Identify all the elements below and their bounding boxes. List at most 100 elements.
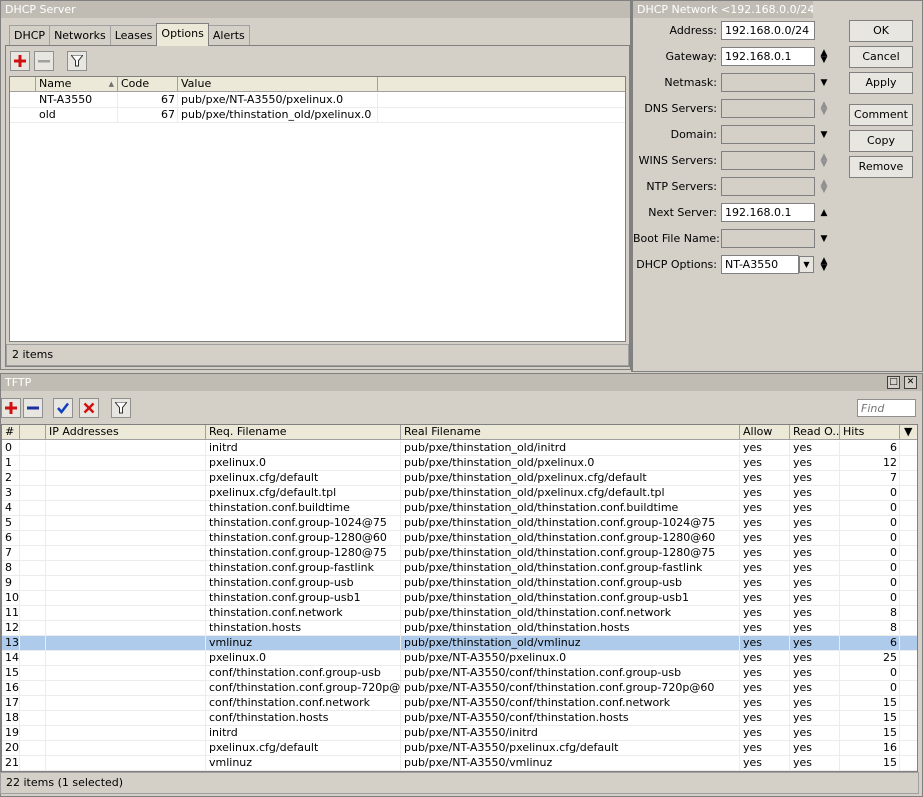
field-input[interactable]: NT-A3550 [721, 255, 799, 274]
tftp-flags-cell [20, 516, 46, 531]
tftp-read-only-cell: yes [790, 711, 840, 726]
header-value[interactable]: Value [178, 77, 378, 92]
tftp-row[interactable]: 3 pxelinux.cfg/default.tpl pub/pxe/thinsta… [2, 486, 917, 501]
tftp-row[interactable]: 7 thinstation.conf.group-1280@75 pub/pxe/t… [2, 546, 917, 561]
tftp-index-cell: 3 [2, 486, 20, 501]
field-input[interactable]: 192.168.0.0/24 [721, 21, 815, 40]
tftp-row[interactable]: 13 vmlinuz pub/pxe/thinstation_old/vmlinuz… [2, 636, 917, 651]
tftp-row[interactable]: 1 pxelinux.0 pub/pxe/thinstation_old/pxeli… [2, 456, 917, 471]
tftp-row[interactable]: 6 thinstation.conf.group-1280@60 pub/pxe/t… [2, 531, 917, 546]
field-input[interactable] [721, 73, 815, 92]
field-input[interactable] [721, 151, 815, 170]
header-name[interactable]: Name ▲ [36, 77, 118, 92]
tftp-index-cell: 1 [2, 456, 20, 471]
tftp-flags-cell [20, 696, 46, 711]
tftp-flags-cell [20, 486, 46, 501]
disable-button[interactable] [79, 398, 99, 418]
expand-icon[interactable]: ▼ [818, 229, 830, 249]
spin-icon[interactable]: ▲ ▼ [818, 177, 830, 197]
minus-icon [38, 60, 50, 63]
tftp-row[interactable]: 12 thinstation.hosts pub/pxe/thinstation_o… [2, 621, 917, 636]
option-name-cell: old [36, 108, 118, 123]
field-input[interactable] [721, 177, 815, 196]
tftp-row[interactable]: 17 conf/thinstation.conf.network pub/pxe/N… [2, 696, 917, 711]
tftp-real-filename-cell: pub/pxe/thinstation_old/thinstation.conf… [401, 546, 740, 561]
tftp-row[interactable]: 4 thinstation.conf.buildtime pub/pxe/thins… [2, 501, 917, 516]
tftp-row[interactable]: 10 thinstation.conf.group-usb1 pub/pxe/thi… [2, 591, 917, 606]
filter-button[interactable] [67, 51, 87, 71]
ok-button[interactable]: OK [849, 20, 913, 42]
x-icon [83, 402, 95, 414]
tftp-real-filename-cell: pub/pxe/NT-A3550/conf/thinstation.conf.n… [401, 696, 740, 711]
add-button[interactable] [10, 51, 30, 71]
expand-icon[interactable]: ▼ [818, 73, 830, 93]
expand-icon[interactable]: ▼ [818, 125, 830, 145]
close-icon[interactable]: ✕ [904, 376, 917, 389]
tftp-index-cell: 11 [2, 606, 20, 621]
tftp-row[interactable]: 11 thinstation.conf.network pub/pxe/thinst… [2, 606, 917, 621]
field-input[interactable] [721, 229, 815, 248]
option-row[interactable]: NT-A3550 67 pub/pxe/NT-A3550/pxelinux.0 [10, 93, 625, 108]
header-read-only[interactable]: Read O... [790, 425, 840, 440]
copy-button[interactable]: Copy [849, 130, 913, 152]
tftp-row[interactable]: 15 conf/thinstation.conf.group-usb pub/pxe… [2, 666, 917, 681]
field-input[interactable]: 192.168.0.1 [721, 47, 815, 66]
tftp-allow-cell: yes [740, 756, 790, 771]
tftp-read-only-cell: yes [790, 501, 840, 516]
tab-networks[interactable]: Networks [49, 25, 111, 46]
spin-icon[interactable]: ▲ ▼ [818, 255, 830, 275]
header-index[interactable]: # [2, 425, 20, 440]
tftp-real-filename-cell: pub/pxe/thinstation_old/thinstation.conf… [401, 531, 740, 546]
tftp-row[interactable]: 21 vmlinuz pub/pxe/NT-A3550/vmlinuz yes yes 1… [2, 756, 917, 771]
spin-icon[interactable]: ▲ ▼ [818, 99, 830, 119]
comment-button[interactable]: Comment [849, 104, 913, 126]
tab-dhcp[interactable]: DHCP [9, 25, 51, 46]
tftp-read-only-cell: yes [790, 441, 840, 456]
tftp-row[interactable]: 18 conf/thinstation.hosts pub/pxe/NT-A3550… [2, 711, 917, 726]
spin-icon[interactable]: ▲ ▼ [818, 151, 830, 171]
tftp-row[interactable]: 20 pxelinux.cfg/default pub/pxe/NT-A3550/p… [2, 741, 917, 756]
column-menu-icon[interactable]: ▼ [900, 425, 917, 440]
dropdown-icon[interactable]: ▼ [799, 256, 814, 273]
tftp-row[interactable]: 14 pxelinux.0 pub/pxe/NT-A3550/pxelinux.0 y… [2, 651, 917, 666]
tftp-read-only-cell: yes [790, 516, 840, 531]
tftp-row[interactable]: 16 conf/thinstation.conf.group-720p@60 pub… [2, 681, 917, 696]
header-ip-addresses[interactable]: IP Addresses [46, 425, 206, 440]
header-real-filename[interactable]: Real Filename [401, 425, 740, 440]
tftp-read-only-cell: yes [790, 741, 840, 756]
tftp-row[interactable]: 8 thinstation.conf.group-fastlink pub/pxe/… [2, 561, 917, 576]
maximize-icon[interactable]: □ [887, 376, 900, 389]
field-input[interactable] [721, 99, 815, 118]
tab-options[interactable]: Options [156, 23, 209, 46]
field-input[interactable]: 192.168.0.1 [721, 203, 815, 222]
header-allow[interactable]: Allow [740, 425, 790, 440]
tftp-filter-button[interactable] [111, 398, 131, 418]
tftp-row[interactable]: 19 initrd pub/pxe/NT-A3550/initrd yes yes 15 [2, 726, 917, 741]
tab-leases[interactable]: Leases [109, 25, 158, 46]
tftp-row[interactable]: 0 initrd pub/pxe/thinstation_old/initrd yes… [2, 441, 917, 456]
header-code[interactable]: Code [118, 77, 178, 92]
tftp-add-button[interactable] [1, 398, 21, 418]
tftp-row[interactable]: 2 pxelinux.cfg/default pub/pxe/thinstation… [2, 471, 917, 486]
collapse-icon[interactable]: ▲ [818, 203, 830, 223]
tftp-hits-cell: 6 [840, 441, 900, 456]
spin-icon[interactable]: ▲ ▼ [818, 47, 830, 67]
apply-button[interactable]: Apply [849, 72, 913, 94]
header-hits[interactable]: Hits [840, 425, 900, 440]
option-row[interactable]: old 67 pub/pxe/thinstation_old/pxelinux.0 [10, 108, 625, 123]
header-req-filename[interactable]: Req. Filename [206, 425, 401, 440]
tftp-row[interactable]: 9 thinstation.conf.group-usb pub/pxe/thins… [2, 576, 917, 591]
tftp-read-only-cell: yes [790, 531, 840, 546]
tftp-row[interactable]: 5 thinstation.conf.group-1024@75 pub/pxe/t… [2, 516, 917, 531]
tftp-hits-cell: 0 [840, 591, 900, 606]
tftp-remove-button[interactable] [23, 398, 43, 418]
field-input[interactable] [721, 125, 815, 144]
remove-button[interactable] [34, 51, 54, 71]
tftp-req-filename-cell: pxelinux.0 [206, 651, 401, 666]
find-input[interactable] [857, 399, 916, 417]
cancel-button[interactable]: Cancel [849, 46, 913, 68]
remove-network-button[interactable]: Remove [849, 156, 913, 178]
tab-alerts[interactable]: Alerts [207, 25, 250, 46]
enable-button[interactable] [53, 398, 73, 418]
tftp-allow-cell: yes [740, 456, 790, 471]
